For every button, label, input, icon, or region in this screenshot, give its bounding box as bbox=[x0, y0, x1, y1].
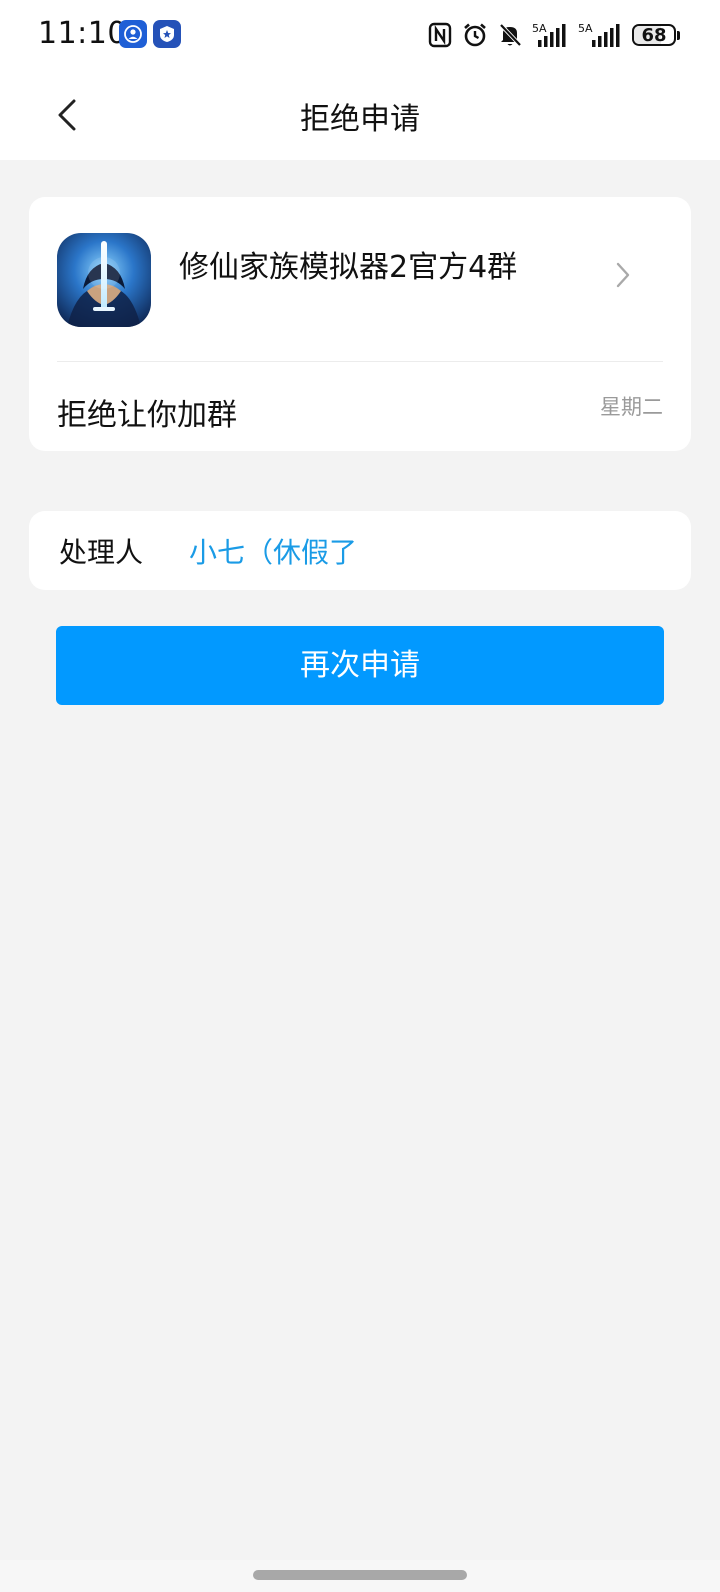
mute-bell-icon bbox=[498, 22, 522, 48]
shield-app-icon bbox=[119, 20, 147, 48]
nfc-icon bbox=[428, 22, 452, 48]
handler-card: 处理人 小七（休假了 bbox=[29, 511, 691, 590]
alarm-icon bbox=[462, 22, 488, 48]
handler-name-link[interactable]: 小七（休假了 bbox=[189, 531, 357, 571]
group-name: 修仙家族模拟器2官方4群 bbox=[179, 250, 518, 285]
reapply-button[interactable]: 再次申请 bbox=[56, 626, 664, 705]
battery-level: 68 bbox=[641, 24, 667, 46]
status-bar: 11:10 5A 5A 68 bbox=[0, 0, 720, 70]
network-label: 5A bbox=[532, 22, 547, 35]
divider bbox=[57, 361, 663, 362]
group-info-row[interactable]: 修仙家族模拟器2官方4群 bbox=[29, 197, 691, 361]
page-title: 拒绝申请 bbox=[300, 102, 420, 137]
group-avatar[interactable] bbox=[57, 233, 151, 327]
badge-app-icon bbox=[153, 20, 181, 48]
group-card: 修仙家族模拟器2官方4群 拒绝让你加群 星期二 bbox=[29, 197, 691, 451]
bottom-gesture-bar bbox=[0, 1560, 720, 1592]
home-indicator[interactable] bbox=[253, 1570, 467, 1580]
reject-message: 拒绝让你加群 bbox=[57, 398, 237, 433]
handler-label: 处理人 bbox=[59, 536, 144, 569]
network-label: 5A bbox=[578, 22, 593, 35]
signal-icon: 5A bbox=[532, 21, 568, 49]
status-time: 11:10 bbox=[38, 16, 127, 51]
battery-icon: 68 bbox=[632, 24, 680, 46]
reject-time: 星期二 bbox=[600, 395, 663, 419]
signal-icon: 5A bbox=[578, 21, 622, 49]
nav-bar: 拒绝申请 bbox=[0, 70, 720, 160]
chevron-right-icon bbox=[616, 262, 630, 288]
status-icons: 5A 5A 68 bbox=[428, 18, 680, 52]
